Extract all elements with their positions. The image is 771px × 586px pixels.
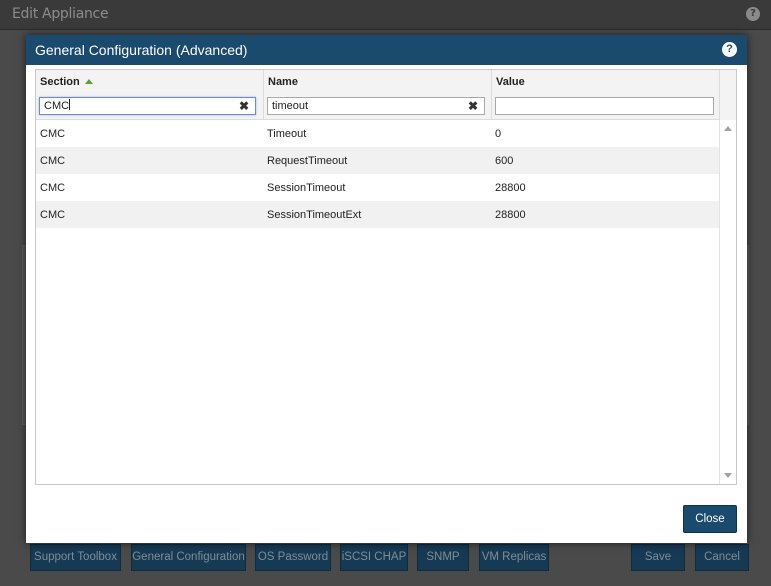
cell-name: SessionTimeout: [267, 182, 346, 194]
iscsi-chap-button[interactable]: iSCSI CHAP: [340, 544, 408, 571]
table-row[interactable]: CMC SessionTimeout 28800: [36, 174, 719, 201]
general-configuration-dialog: General Configuration (Advanced) ? Secti…: [26, 35, 747, 543]
value-filter-input[interactable]: [495, 97, 714, 115]
close-button[interactable]: Close: [683, 505, 737, 533]
name-filter-input[interactable]: timeout ✖: [267, 97, 485, 115]
cancel-button[interactable]: Cancel: [695, 544, 749, 571]
cell-section: CMC: [40, 182, 66, 194]
cell-section: CMC: [40, 155, 66, 167]
vm-replicas-button[interactable]: VM Replicas: [479, 544, 549, 571]
config-grid: Section CMC ✖ Name timeout ✖ Value CMC T…: [35, 69, 737, 485]
table-row[interactable]: CMC Timeout 0: [36, 120, 719, 147]
save-button[interactable]: Save: [631, 544, 685, 571]
grid-header: Section CMC ✖ Name timeout ✖ Value: [36, 70, 719, 120]
dialog-header: General Configuration (Advanced) ?: [26, 35, 747, 65]
cell-section: CMC: [40, 128, 66, 140]
dialog-help-icon[interactable]: ?: [722, 42, 737, 57]
cell-value: 600: [495, 155, 514, 167]
outer-titlebar: Edit Appliance ?: [0, 0, 771, 30]
section-filter-value: CMC: [44, 100, 70, 112]
column-header-name[interactable]: Name timeout ✖: [263, 70, 491, 120]
cell-value: 28800: [495, 182, 526, 194]
snmp-button[interactable]: SNMP: [417, 544, 469, 571]
support-toolbox-button[interactable]: Support Toolbox: [30, 544, 121, 571]
outer-window-title: Edit Appliance: [12, 6, 109, 22]
table-row[interactable]: CMC SessionTimeoutExt 28800: [36, 201, 719, 228]
scroll-up-icon[interactable]: [724, 126, 732, 131]
clear-name-filter-icon[interactable]: ✖: [468, 98, 478, 114]
name-filter-value: timeout: [272, 100, 309, 112]
cell-section: CMC: [40, 209, 66, 221]
cell-name: RequestTimeout: [267, 155, 348, 167]
column-header-section[interactable]: Section CMC ✖: [36, 70, 263, 120]
dialog-title: General Configuration (Advanced): [35, 42, 248, 58]
cell-name: SessionTimeoutExt: [267, 209, 362, 221]
sort-ascending-icon: [84, 79, 93, 84]
grid-header-corner: [719, 70, 736, 120]
section-filter-input[interactable]: CMC ✖: [39, 97, 256, 115]
column-header-value[interactable]: Value: [491, 70, 719, 120]
grid-rows: CMC Timeout 0 CMC RequestTimeout 600 CMC…: [36, 120, 719, 228]
clear-section-filter-icon[interactable]: ✖: [239, 98, 249, 114]
column-label-section: Section: [40, 76, 80, 88]
general-configuration-button[interactable]: General Configuration: [131, 544, 246, 571]
vertical-scrollbar[interactable]: [719, 120, 736, 484]
cell-name: Timeout: [267, 128, 307, 140]
cell-value: 0: [495, 128, 502, 140]
column-label-name: Name: [268, 76, 298, 88]
table-row[interactable]: CMC RequestTimeout 600: [36, 147, 719, 174]
outer-help-icon[interactable]: ?: [746, 7, 760, 21]
text-cursor: [69, 99, 71, 110]
scroll-down-icon[interactable]: [724, 473, 732, 478]
column-label-value: Value: [496, 76, 525, 88]
os-password-button[interactable]: OS Password: [255, 544, 331, 571]
cell-value: 28800: [495, 209, 526, 221]
